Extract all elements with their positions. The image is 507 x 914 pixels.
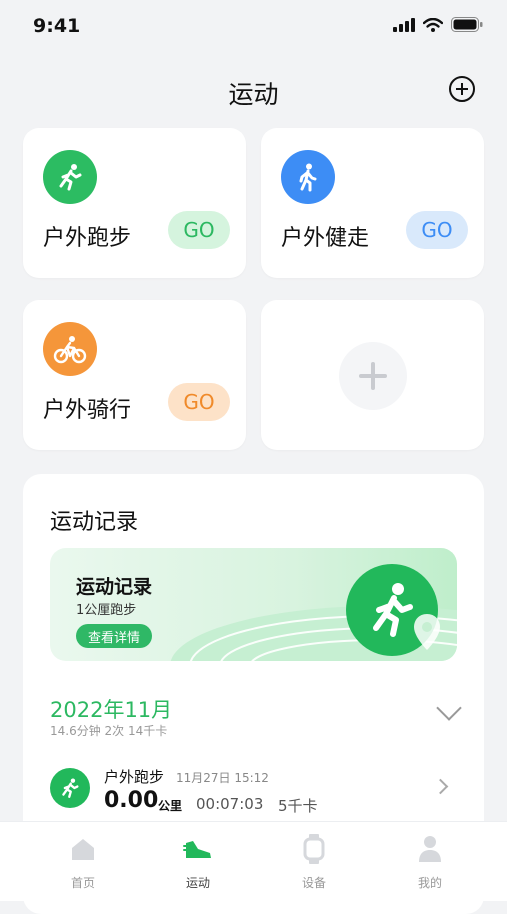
signal-icon xyxy=(393,17,415,32)
chevron-down-icon[interactable] xyxy=(436,695,462,721)
runner-icon xyxy=(50,768,90,808)
tab-profile[interactable]: 我的 xyxy=(367,822,493,901)
record-calories: 5千卡 xyxy=(278,797,318,815)
plus-icon xyxy=(339,342,407,410)
record-date: 11月27日 15:12 xyxy=(176,771,269,785)
add-sport-card[interactable] xyxy=(261,300,484,450)
runner-icon xyxy=(43,150,97,204)
watch-icon xyxy=(299,834,329,864)
tab-label: 首页 xyxy=(70,876,95,890)
add-button[interactable] xyxy=(449,76,475,102)
sport-label: 户外健走 xyxy=(281,226,370,251)
tab-label: 我的 xyxy=(417,876,442,890)
walker-icon xyxy=(281,150,335,204)
month-label[interactable]: 2022年11月 xyxy=(50,694,172,724)
go-button-walking[interactable]: GO xyxy=(406,211,468,249)
view-details-button[interactable]: 查看详情 xyxy=(76,624,152,648)
go-button-cycling[interactable]: GO xyxy=(168,383,230,421)
tab-bar: 首页 运动 设备 我的 xyxy=(0,821,507,901)
records-banner[interactable]: 运动记录 1公厘跑步 查看详情 xyxy=(50,548,457,661)
tab-home[interactable]: 首页 xyxy=(20,822,146,901)
record-duration: 00:07:03 xyxy=(196,795,264,813)
page-title: 运动 xyxy=(228,80,279,109)
home-icon xyxy=(68,834,98,864)
sport-card-running[interactable]: 户外跑步 GO xyxy=(23,128,246,278)
go-button-running[interactable]: GO xyxy=(168,211,230,249)
banner-subtitle: 1公厘跑步 xyxy=(76,603,137,618)
record-list-item[interactable]: 户外跑步 11月27日 15:12 0.00 公里 00:07:03 5千卡 xyxy=(50,766,460,816)
record-distance: 0.00 xyxy=(104,788,159,813)
chevron-right-icon xyxy=(432,778,449,795)
tab-label: 设备 xyxy=(301,876,326,890)
sport-label: 户外跑步 xyxy=(43,226,132,251)
sport-label: 户外骑行 xyxy=(43,398,132,423)
banner-title: 运动记录 xyxy=(76,576,153,598)
tab-label: 运动 xyxy=(185,876,210,890)
sport-card-cycling[interactable]: 户外骑行 GO xyxy=(23,300,246,450)
location-pin-icon xyxy=(414,614,440,650)
record-name: 户外跑步 xyxy=(104,768,165,786)
sport-card-walking[interactable]: 户外健走 GO xyxy=(261,128,484,278)
battery-icon xyxy=(451,17,483,32)
status-time: 9:41 xyxy=(33,15,81,37)
tab-sport[interactable]: 运动 xyxy=(135,822,261,901)
person-icon xyxy=(415,834,445,864)
month-stats: 14.6分钟 2次 14千卡 xyxy=(50,724,168,738)
status-bar: 9:41 xyxy=(0,0,507,52)
tab-device[interactable]: 设备 xyxy=(251,822,377,901)
record-unit: 公里 xyxy=(158,799,183,813)
shoe-icon xyxy=(183,834,213,864)
cyclist-icon xyxy=(43,322,97,376)
records-title: 运动记录 xyxy=(50,510,139,535)
wifi-icon xyxy=(423,17,443,32)
